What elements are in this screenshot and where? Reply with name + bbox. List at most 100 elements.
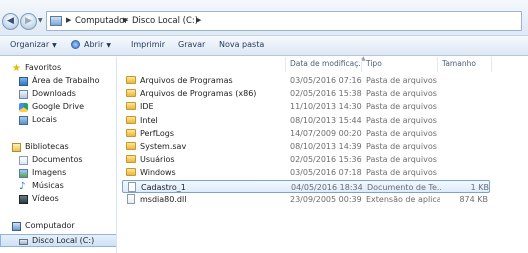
desktop-icon [19,77,28,86]
file-type: Pasta de arquivos [366,89,437,99]
nav-local-disk-label: Disco Local (C:) [32,236,95,245]
file-list: Arquivos de Programas 03/05/2016 07:16 Pas… [118,72,528,253]
column-name[interactable] [118,57,286,72]
chevron-down-icon: ▼ [106,42,111,49]
file-date: 23/09/2005 00:39 [290,194,362,204]
file-row[interactable]: Arquivos de Programas 03/05/2016 07:16 Pas… [122,74,490,87]
file-date: 11/10/2013 14:30 [290,102,362,112]
nav-favorites-label: Favoritos [25,63,62,72]
nav-documents-label: Documentos [32,155,83,164]
file-type: Pasta de arquivos [366,115,437,125]
videos-icon [19,195,28,204]
folder-icon [126,76,136,84]
nav-locais-label: Locais [32,115,57,124]
nav-favorites[interactable]: ★ Favoritos [0,62,116,75]
nav-google-drive-label: Google Drive [32,102,85,111]
file-row[interactable]: PerfLogs 14/07/2009 00:20 Pasta de arquivo… [122,127,490,140]
nav-downloads-label: Downloads [32,89,76,98]
back-button[interactable]: ◀ [2,13,19,30]
file-name: Arquivos de Programas [140,76,233,85]
folder-icon [126,115,136,124]
file-row[interactable]: Cadastro_1 04/05/2016 18:34 Documento de T… [122,179,490,193]
file-date: 08/10/2013 14:39 [290,142,362,151]
drive-icon [19,239,28,245]
breadcrumb-disco-local[interactable]: Disco Local (C:) [132,16,198,26]
folder-icon [126,142,136,150]
column-type[interactable]: Tipo [362,57,438,72]
file-name: Intel [140,115,158,125]
file-date: 03/05/2016 07:16 [290,76,362,85]
nav-computer[interactable]: Computador [0,220,116,233]
file-name: Usuários [140,155,175,165]
file-date: 08/10/2013 15:44 [290,115,362,125]
nav-computer-label: Computador [25,221,75,230]
file-row[interactable]: Intel 08/10/2013 15:44 Pasta de arquivos [122,114,490,127]
print-button[interactable]: Imprimir [131,40,165,49]
burn-button[interactable]: Gravar [178,40,205,49]
chevron-right-icon[interactable]: ▶ [196,16,201,24]
forward-button[interactable]: ▶ [20,13,37,30]
folder-icon [126,102,136,111]
file-name: IDE [140,102,154,112]
file-name: msdia80.dll [140,194,187,204]
address-bar: ◀ ▶ ▼ ▶ Computador ▶ Disco Local (C:) ▶ [0,0,528,36]
nav-libraries[interactable]: Bibliotecas [0,141,116,154]
nav-google-drive[interactable]: Google Drive [0,101,116,114]
images-icon [19,169,28,178]
nav-music[interactable]: ♪ Músicas [0,180,116,193]
file-name: PerfLogs [140,128,175,138]
recent-places-icon [19,116,28,125]
file-type: Pasta de arquivos [366,102,437,112]
file-size: 1 KB [470,182,489,192]
nav-locais[interactable]: Locais [0,114,116,127]
file-row[interactable]: msdia80.dll 23/09/2005 00:39 Extensão de a… [122,193,490,206]
file-name: Cadastro_1 [141,182,186,192]
open-app-icon [71,40,80,49]
folder-icon [126,128,136,137]
address-box[interactable]: ▶ Computador ▶ Disco Local (C:) ▶ [46,11,522,31]
new-folder-button[interactable]: Nova pasta [219,40,264,49]
open-label: Abrir [84,40,104,49]
file-size: 874 KB [459,194,488,204]
file-date: 04/05/2016 18:34 [291,182,363,192]
nav-downloads[interactable]: Downloads [0,88,116,101]
star-icon: ★ [12,63,21,74]
nav-libraries-label: Bibliotecas [25,142,69,151]
file-row[interactable]: IDE 11/10/2013 14:30 Pasta de arquivos [122,100,490,113]
nav-documents[interactable]: Documentos [0,154,116,167]
file-row[interactable]: Arquivos de Programas (x86) 02/05/2016 15… [122,87,490,100]
folder-icon [126,168,136,177]
nav-local-disk[interactable]: Disco Local (C:) [0,234,116,247]
nav-desktop[interactable]: Área de Trabalho [0,75,116,88]
chevron-down-icon: ▼ [52,42,57,49]
column-date[interactable]: Data de modificaç... [286,57,362,72]
nav-videos-label: Vídeos [32,194,59,203]
computer-icon [12,222,21,231]
file-row[interactable]: Windows 03/05/2016 07:18 Pasta de arquivos [122,166,490,179]
nav-images[interactable]: Imagens [0,167,116,180]
file-row[interactable]: System.sav 08/10/2013 14:39 Pasta de arqui… [122,140,490,153]
file-type: Pasta de arquivos [366,128,437,138]
computer-icon [50,16,62,26]
nav-videos[interactable]: Vídeos [0,193,116,206]
file-date: 02/05/2016 15:36 [290,155,362,165]
chevron-right-icon[interactable]: ▶ [66,16,71,24]
chevron-right-icon[interactable]: ▶ [123,16,128,24]
file-name: Arquivos de Programas (x86) [140,89,257,99]
file-row[interactable]: Usuários 02/05/2016 15:36 Pasta de arquivo… [122,153,490,166]
text-document-icon [128,181,136,192]
organize-menu[interactable]: Organizar ▼ [10,40,57,49]
recent-pages-dropdown[interactable]: ▼ [38,17,43,24]
music-icon: ♪ [19,181,26,192]
organize-label: Organizar [10,40,50,49]
libraries-icon [12,143,21,152]
file-date: 03/05/2016 07:18 [290,168,362,178]
open-menu[interactable]: Abrir ▼ [84,40,111,49]
breadcrumb-computador[interactable]: Computador [75,16,128,26]
file-type: Pasta de arquivos [366,76,437,85]
column-size[interactable]: Tamanho [438,57,492,72]
nav-music-label: Músicas [32,181,64,190]
command-bar: Organizar ▼ Abrir ▼ Imprimir Gravar Nova p… [0,36,528,56]
column-header: ▲ Data de modificaç... Tipo Tamanho [118,55,528,72]
documents-icon [19,156,28,165]
